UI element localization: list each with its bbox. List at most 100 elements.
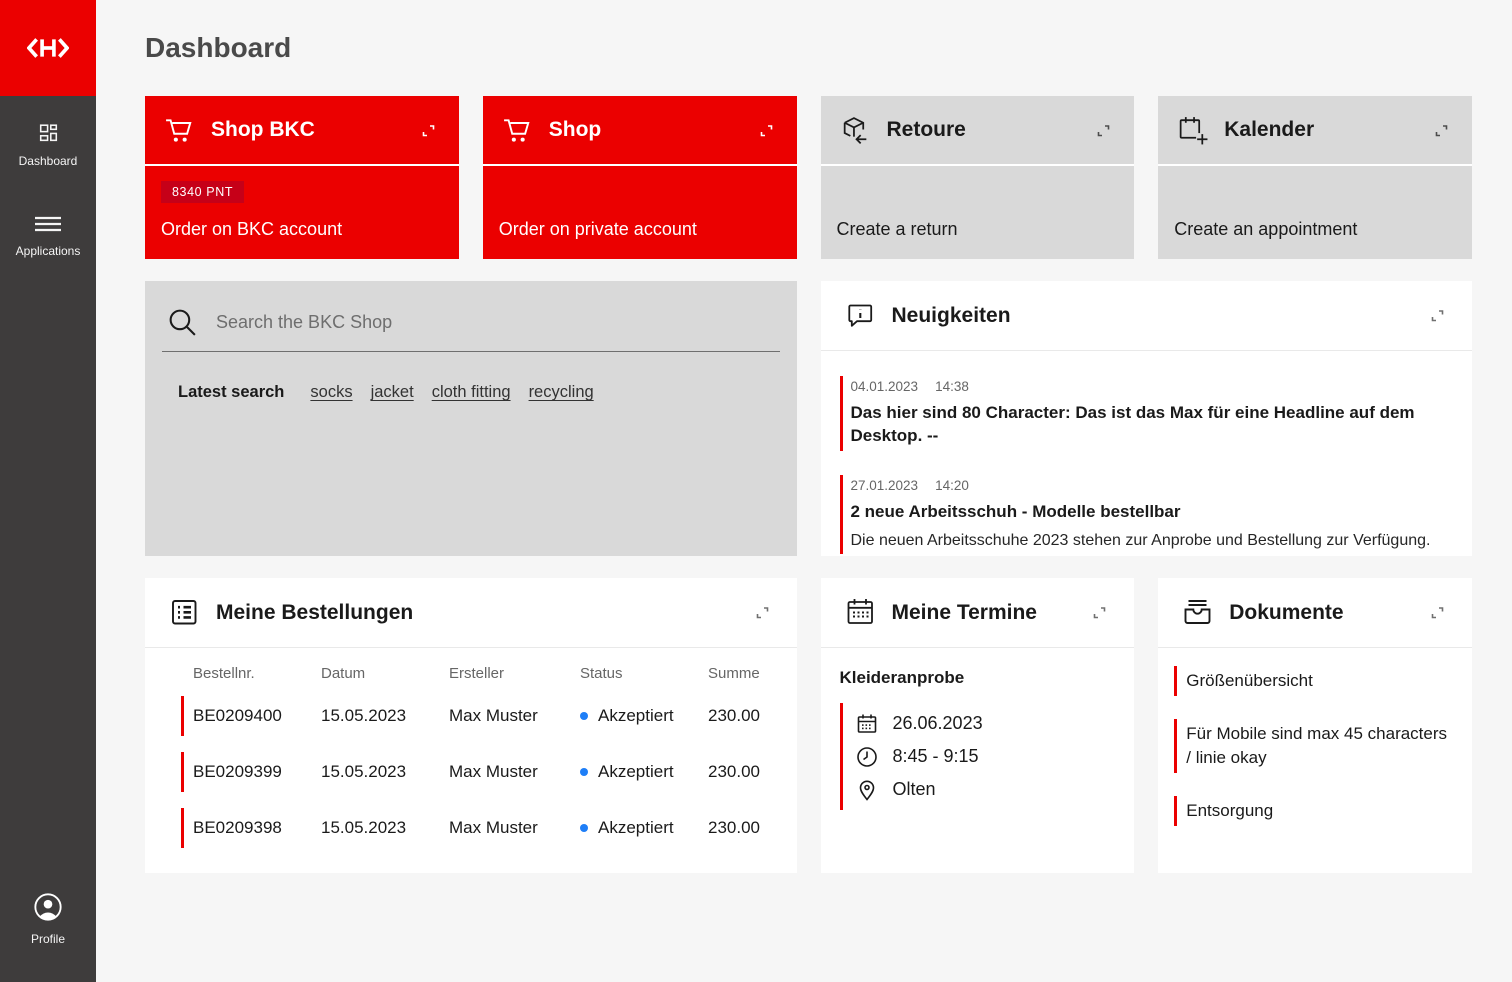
card-dokumente-header: Dokumente [1158,578,1472,648]
dashboard-grid-icon [37,122,60,144]
shop-search-panel: Latest search socks jacket cloth fitting… [145,281,797,556]
card-retoure[interactable]: Retoure Create a return [820,96,1135,259]
card-termine-header: Meine Termine [820,578,1135,648]
card-shop[interactable]: Shop Order on private account [482,96,797,259]
status-label: Akzeptiert [598,706,674,725]
sidebar-item-label: Dashboard [18,154,78,168]
user-icon [33,892,63,922]
expand-icon[interactable] [1091,604,1108,621]
return-package-icon [839,114,872,147]
appointment-details: 26.06.2023 8:45 - 9:15 Olten [839,703,1115,810]
column-header: Bestellnr. [193,665,255,682]
appointment-date: 26.06.2023 [892,713,983,733]
news-meta: 27.01.2023 14:20 [851,478,1449,493]
card-shop-bkc[interactable]: Shop BKC 8340 PNT Order on BKC account [145,96,459,259]
list-item[interactable]: Entsorgung [1174,796,1450,826]
card-text: Create a return [836,219,958,239]
appointment-location-row: Olten [855,773,1115,806]
calendar-icon [844,596,877,629]
order-creator: Max Muster [449,818,538,837]
search-term-link[interactable]: socks [310,383,352,402]
appointment-time-row: 8:45 - 9:15 [855,740,1115,773]
appointment-time: 8:45 - 9:15 [892,746,979,766]
list-item[interactable]: Für Mobile sind max 45 characters / lini… [1174,719,1450,773]
search-term-link[interactable]: cloth fitting [432,383,511,402]
news-date: 04.01.2023 [850,379,919,394]
status-dot-icon [580,768,588,776]
list-item[interactable]: Größenübersicht [1174,666,1450,696]
expand-icon[interactable] [1095,122,1112,139]
card-shop-header: Shop [482,96,797,164]
card-text: Order on private account [498,219,697,239]
table-row[interactable]: BE0209399 15.05.2023 Max Muster Akzeptie… [181,752,773,792]
sidebar-item-label: Applications [15,244,81,258]
sidebar-item-applications[interactable]: Applications [0,212,96,260]
order-status: Akzeptiert [580,706,708,726]
dashboard-grid: Shop BKC 8340 PNT Order on BKC account S… [145,96,1472,873]
search-term-link[interactable]: jacket [371,383,414,402]
sidebar-item-profile[interactable]: Profile [31,890,65,948]
order-number: BE0209400 [193,706,282,725]
card-shop-body: Order on private account [482,166,797,259]
expand-icon[interactable] [754,604,771,621]
table-row[interactable]: BE0209400 15.05.2023 Max Muster Akzeptie… [181,696,773,736]
cart-icon [501,116,534,145]
news-list: 04.01.2023 14:38 Das hier sind 80 Charac… [821,351,1473,554]
expand-icon[interactable] [1433,122,1450,139]
card-title: Kalender [1224,118,1315,141]
order-date: 15.05.2023 [321,706,407,725]
expand-icon[interactable] [1429,604,1446,621]
card-title: Meine Bestellungen [216,600,414,624]
card-bestellungen-header: Meine Bestellungen [145,578,797,648]
order-sum: 230.00 [708,762,760,781]
orders-table-header: Bestellnr. Datum Ersteller Status Summe [169,665,773,696]
search-input[interactable] [216,312,780,333]
calendar-icon [855,712,879,736]
expand-icon[interactable] [420,122,437,139]
news-time: 14:38 [935,379,969,394]
card-title: Shop BKC [211,118,315,141]
appointment-date-row: 26.06.2023 [855,707,1115,740]
order-number: BE0209399 [193,762,282,781]
documents-list: Größenübersicht Für Mobile sind max 45 c… [1158,648,1472,849]
card-neuigkeiten-header: Neuigkeiten [820,281,1472,351]
sidebar-item-dashboard[interactable]: Dashboard [0,120,96,170]
status-label: Akzeptiert [598,762,674,781]
news-item[interactable]: 27.01.2023 14:20 2 neue Arbeitsschuh - M… [839,475,1449,554]
expand-icon[interactable] [1429,307,1446,324]
document-tray-icon [1181,596,1214,629]
card-kalender[interactable]: Kalender Create an appointment [1158,96,1472,259]
search-term-link[interactable]: recycling [529,383,594,402]
column-header: Summe [708,665,760,682]
news-date: 27.01.2023 [850,478,919,493]
card-neuigkeiten: Neuigkeiten 04.01.2023 14:38 Das hier si… [820,281,1473,556]
sbb-logo[interactable] [0,0,96,96]
main-content: Dashboard Shop BKC 8340 PNT Order on BKC… [96,0,1512,982]
card-retoure-body: Create a return [820,166,1135,259]
points-badge: 8340 PNT [161,181,245,203]
card-kalender-body: Create an appointment [1158,166,1472,259]
order-creator: Max Muster [449,706,538,725]
expand-icon[interactable] [758,122,775,139]
table-row[interactable]: BE0209398 15.05.2023 Max Muster Akzeptie… [181,808,773,848]
news-item[interactable]: 04.01.2023 14:38 Das hier sind 80 Charac… [839,376,1449,451]
news-text: Die neuen Arbeitsschuhe 2023 stehen zur … [850,532,1431,549]
cart-icon [163,116,196,145]
appointment-title: Kleideranprobe [839,668,965,687]
location-pin-icon [855,778,879,802]
card-title: Neuigkeiten [891,303,1011,327]
appointment[interactable]: Kleideranprobe 26.06.2023 8:45 - 9:15 Ol… [821,648,1135,810]
news-time: 14:20 [935,478,969,493]
sidebar: Dashboard Applications Profile [0,0,96,982]
sidebar-item-label: Profile [30,932,65,946]
search-bar [162,306,780,352]
news-headline: 2 neue Arbeitsschuh - Modelle bestellbar [850,502,1181,521]
card-title: Retoure [886,118,966,141]
calendar-add-icon [1176,114,1209,147]
card-retoure-header: Retoure [820,96,1135,164]
list-box-icon [168,596,201,629]
status-label: Akzeptiert [598,818,674,837]
order-date: 15.05.2023 [321,762,407,781]
card-shop-bkc-body: 8340 PNT Order on BKC account [145,166,459,259]
order-sum: 230.00 [708,818,760,837]
